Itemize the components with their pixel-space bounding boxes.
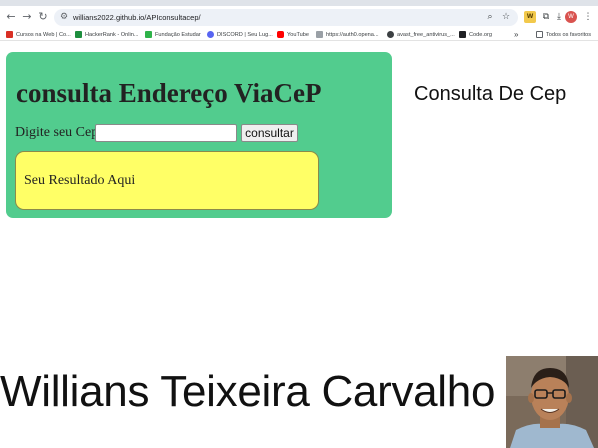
- bookmark-label: avast_free_antivirus_...: [397, 31, 455, 38]
- youtube-icon: [277, 31, 284, 38]
- bookmark-item[interactable]: Code.org: [459, 29, 492, 40]
- all-favorites-folder[interactable]: Todos os favoritos: [536, 29, 591, 40]
- bookmark-favicon-icon: [316, 31, 323, 38]
- extensions-icon[interactable]: ⧉: [540, 11, 552, 23]
- cep-card: consulta Endereço ViaCeP Digite seu Cep …: [6, 52, 392, 218]
- star-icon[interactable]: ☆: [500, 11, 512, 23]
- bookmarks-bar: Cursos na Web | Co... HackerRank - Onlin…: [0, 28, 598, 41]
- bookmark-label: Fundação Estudar: [155, 31, 201, 38]
- side-title: Consulta De Cep: [414, 83, 567, 105]
- bookmark-item[interactable]: YouTube: [277, 29, 309, 40]
- cep-label: Digite seu Cep: [15, 125, 99, 140]
- bookmark-item[interactable]: HackerRank - Onlin...: [75, 29, 138, 40]
- author-photo: [506, 356, 598, 448]
- folder-icon: [536, 31, 543, 38]
- result-box: Seu Resultado Aqui: [15, 151, 319, 210]
- bookmark-label: Code.org: [469, 31, 493, 38]
- author-name: Willians Teixeira Carvalho: [0, 367, 496, 416]
- bookmark-item[interactable]: https://auth0.opena...: [316, 29, 379, 40]
- address-bar[interactable]: ⚙ willians2022.github.io/APIconsultacep/…: [54, 9, 518, 26]
- reload-icon[interactable]: ↻: [35, 9, 51, 25]
- back-icon[interactable]: ←: [3, 9, 19, 25]
- bookmark-favicon-icon: [6, 31, 13, 38]
- bookmark-favicon-icon: [145, 31, 152, 38]
- bookmark-label: YouTube: [287, 31, 309, 38]
- avatar[interactable]: W: [565, 11, 577, 23]
- extension-badge-icon[interactable]: W: [524, 11, 536, 23]
- bookmark-favicon-icon: [459, 31, 466, 38]
- bookmark-item[interactable]: DISCORD | Seu Lug...: [207, 29, 273, 40]
- bookmark-label: Cursos na Web | Co...: [16, 31, 71, 38]
- bookmark-item[interactable]: avast_free_antivirus_...: [387, 29, 455, 40]
- bookmark-favicon-icon: [207, 31, 214, 38]
- bookmark-item[interactable]: Cursos na Web | Co...: [6, 29, 71, 40]
- url-text[interactable]: willians2022.github.io/APIconsultacep/: [73, 11, 201, 24]
- globe-icon: [387, 31, 394, 38]
- result-text: Seu Resultado Aqui: [24, 173, 136, 188]
- bookmark-label: HackerRank - Onlin...: [85, 31, 139, 38]
- menu-icon[interactable]: ⋮: [582, 11, 594, 23]
- bookmark-label: https://auth0.opena...: [326, 31, 379, 38]
- bookmarks-overflow-icon[interactable]: »: [514, 29, 518, 40]
- page-title: consulta Endereço ViaCeP: [16, 78, 322, 108]
- bookmark-label: DISCORD | Seu Lug...: [217, 31, 273, 38]
- bookmark-label: Todos os favoritos: [546, 31, 592, 38]
- forward-icon[interactable]: →: [19, 9, 35, 25]
- zoom-icon[interactable]: ⌕: [484, 11, 496, 23]
- cep-input[interactable]: [95, 124, 237, 142]
- bookmark-item[interactable]: Fundação Estudar: [145, 29, 201, 40]
- consultar-button[interactable]: consultar: [241, 124, 298, 142]
- author-photo-image: [506, 356, 598, 448]
- bookmark-favicon-icon: [75, 31, 82, 38]
- tune-icon[interactable]: ⚙: [60, 12, 70, 22]
- download-icon[interactable]: ⤓: [553, 11, 565, 23]
- browser-toolbar: ← → ↻ ⚙ willians2022.github.io/APIconsul…: [0, 6, 598, 28]
